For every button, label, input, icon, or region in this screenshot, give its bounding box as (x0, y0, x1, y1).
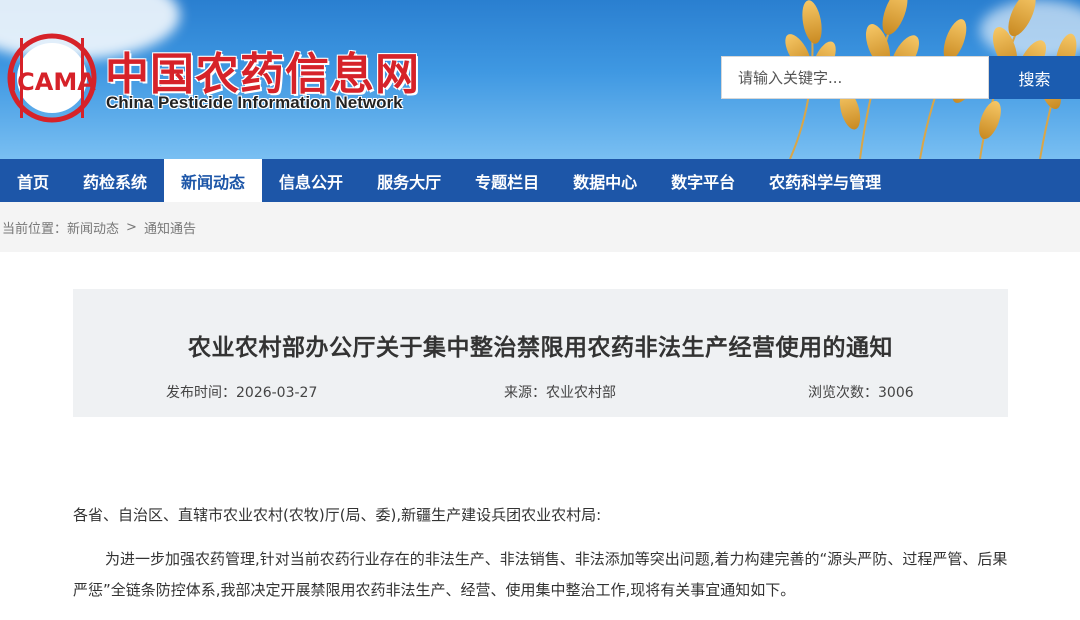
article-body: 各省、自治区、直辖市农业农村(农牧)厅(局、委),新疆生产建设兵团农业农村局: … (73, 497, 1008, 606)
article-source: 来源：农业农村部 (504, 385, 616, 401)
breadcrumb-item-notices[interactable]: 通知通告 (144, 218, 196, 237)
breadcrumb: 当前位置： 新闻动态 > 通知通告 (0, 202, 1080, 252)
nav-item-data-center[interactable]: 数据中心 (556, 159, 654, 202)
nav-item-digital-platform[interactable]: 数字平台 (654, 159, 752, 202)
publish-date: 发布时间：2026-03-27 (166, 385, 318, 401)
article-title: 农业农村部办公厅关于集中整治禁限用农药非法生产经营使用的通知 (188, 335, 893, 361)
view-count: 浏览次数：3006 (808, 385, 914, 401)
breadcrumb-prefix: 当前位置： (2, 221, 68, 237)
svg-text:ICAMA: ICAMA (8, 68, 96, 96)
nav-item-special-topics[interactable]: 专题栏目 (458, 159, 556, 202)
article-paragraph: 为进一步加强农药管理,针对当前农药行业存在的非法生产、非法销售、非法添加等突出问… (73, 550, 1008, 599)
article-salutation: 各省、自治区、直辖市农业农村(农牧)厅(局、委),新疆生产建设兵团农业农村局: (73, 506, 602, 524)
article-header: 农业农村部办公厅关于集中整治禁限用农药非法生产经营使用的通知 发布时间：2026… (73, 289, 1008, 417)
search-button[interactable]: 搜索 (989, 56, 1080, 99)
breadcrumb-separator: > (126, 219, 137, 235)
site-header: ICAMA 中国农药信息网 China Pesticide Informatio… (0, 0, 1080, 159)
main-nav: 首页 药检系统 新闻动态 信息公开 服务大厅 专题栏目 数据中心 数字平台 农药… (0, 159, 1080, 202)
nav-item-news[interactable]: 新闻动态 (164, 159, 263, 202)
nav-item-pesticide-science[interactable]: 农药科学与管理 (752, 159, 898, 202)
breadcrumb-item-news[interactable]: 新闻动态 (67, 218, 119, 237)
nav-item-service-hall[interactable]: 服务大厅 (360, 159, 458, 202)
nav-item-inspection-system[interactable]: 药检系统 (66, 159, 164, 202)
site-subtitle: China Pesticide Information Network (106, 93, 403, 112)
icama-logo: ICAMA (7, 33, 97, 123)
nav-item-home[interactable]: 首页 (0, 159, 66, 202)
nav-item-info-disclosure[interactable]: 信息公开 (262, 159, 360, 202)
search-input[interactable] (721, 56, 989, 99)
